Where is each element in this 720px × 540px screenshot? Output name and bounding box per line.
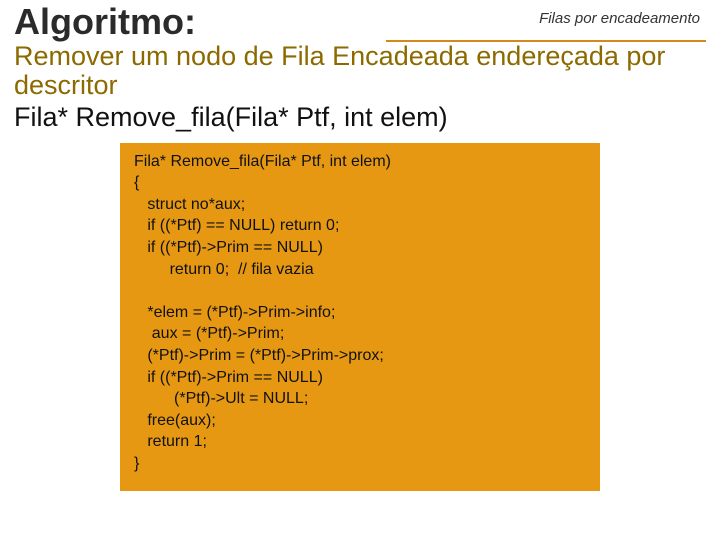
topic-label: Filas por encadeamento [539,2,706,27]
subtitle-description: Remover um nodo de Fila Encadeada endere… [14,42,706,101]
subtitle-signature: Fila* Remove_fila(Fila* Ptf, int elem) [14,103,706,133]
page-title: Algoritmo: [14,2,196,42]
topic-underline [386,40,706,42]
header-row: Algoritmo: Filas por encadeamento [0,0,720,42]
subtitle-block: Remover um nodo de Fila Encadeada endere… [0,42,720,133]
code-box: Fila* Remove_fila(Fila* Ptf, int elem) {… [120,143,600,491]
